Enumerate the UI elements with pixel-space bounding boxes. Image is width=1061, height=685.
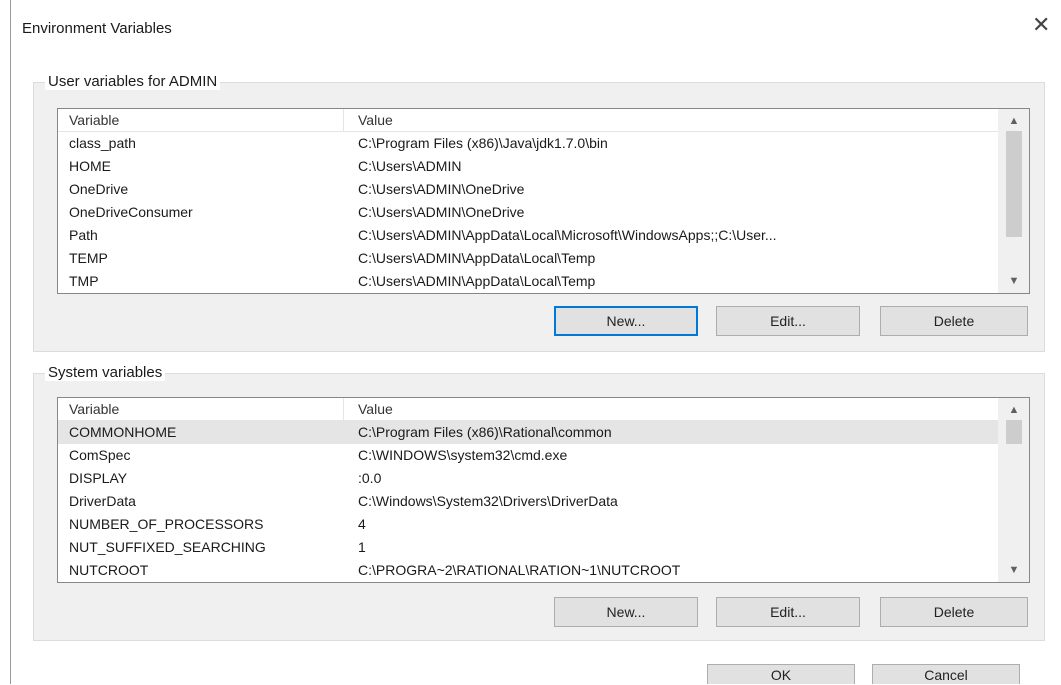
variable-cell: TEMP <box>69 250 108 266</box>
ok-button[interactable]: OK <box>707 664 855 684</box>
table-row[interactable]: COMMONHOME C:\Program Files (x86)\Rationa… <box>58 421 998 444</box>
variable-cell: class_path <box>69 135 136 151</box>
column-header-value[interactable]: Value <box>358 401 393 417</box>
window-left-border <box>10 0 11 684</box>
value-cell: C:\WINDOWS\system32\cmd.exe <box>358 447 568 463</box>
scroll-up-icon[interactable]: ▲ <box>999 400 1029 420</box>
value-cell: C:\Users\ADMIN\AppData\Local\Temp <box>358 273 596 289</box>
value-cell: C:\Users\ADMIN <box>358 158 462 174</box>
value-cell: 1 <box>358 539 366 555</box>
system-variables-label: System variables <box>45 364 166 381</box>
scroll-down-icon[interactable]: ▼ <box>999 271 1029 291</box>
system-variables-list[interactable]: Variable Value COMMONHOME C:\Program File… <box>57 397 1030 583</box>
system-variables-rows: COMMONHOME C:\Program Files (x86)\Rationa… <box>58 421 998 582</box>
variable-cell: NUMBER_OF_PROCESSORS <box>69 516 264 532</box>
column-divider[interactable] <box>343 398 344 420</box>
variable-cell: OneDriveConsumer <box>69 204 193 220</box>
table-row[interactable]: NUTCROOT C:\PROGRA~2\RATIONAL\RATION~1\NU… <box>58 559 998 582</box>
variable-cell: OneDrive <box>69 181 129 197</box>
table-row[interactable]: TMP C:\Users\ADMIN\AppData\Local\Temp <box>58 270 998 293</box>
table-row[interactable]: OneDrive C:\Users\ADMIN\OneDrive <box>58 178 998 201</box>
user-new-button[interactable]: New... <box>554 306 698 336</box>
variable-cell: ComSpec <box>69 447 131 463</box>
value-cell: C:\Program Files (x86)\Java\jdk1.7.0\bin <box>358 135 608 151</box>
cancel-button[interactable]: Cancel <box>872 664 1020 684</box>
user-edit-button[interactable]: Edit... <box>716 306 860 336</box>
scroll-thumb[interactable] <box>1006 420 1022 444</box>
table-row[interactable]: NUMBER_OF_PROCESSORS 4 <box>58 513 998 536</box>
user-variables-rows: class_path C:\Program Files (x86)\Java\jd… <box>58 132 998 293</box>
table-row[interactable]: DISPLAY :0.0 <box>58 467 998 490</box>
value-cell: C:\Users\ADMIN\AppData\Local\Temp <box>358 250 596 266</box>
table-row[interactable]: class_path C:\Program Files (x86)\Java\jd… <box>58 132 998 155</box>
user-variables-label: User variables for ADMIN <box>45 73 221 90</box>
value-cell: C:\Users\ADMIN\OneDrive <box>358 181 525 197</box>
value-cell: C:\Program Files (x86)\Rational\common <box>358 424 612 440</box>
table-row[interactable]: ComSpec C:\WINDOWS\system32\cmd.exe <box>58 444 998 467</box>
table-row[interactable]: DriverData C:\Windows\System32\Drivers\Dr… <box>58 490 998 513</box>
variable-cell: HOME <box>69 158 111 174</box>
list-header: Variable Value <box>58 398 998 421</box>
list-header: Variable Value <box>58 109 998 132</box>
user-delete-button[interactable]: Delete <box>880 306 1028 336</box>
variable-cell: NUT_SUFFIXED_SEARCHING <box>69 539 266 555</box>
value-cell: C:\Windows\System32\Drivers\DriverData <box>358 493 618 509</box>
column-header-variable[interactable]: Variable <box>69 112 119 128</box>
value-cell: C:\PROGRA~2\RATIONAL\RATION~1\NUTCROOT <box>358 562 681 578</box>
column-divider[interactable] <box>343 109 344 131</box>
variable-cell: Path <box>69 227 98 243</box>
scroll-up-icon[interactable]: ▲ <box>999 111 1029 131</box>
close-icon[interactable]: ✕ <box>1032 14 1050 36</box>
user-variables-list[interactable]: Variable Value class_path C:\Program File… <box>57 108 1030 294</box>
variable-cell: DriverData <box>69 493 136 509</box>
vertical-scrollbar[interactable]: ▲ ▼ <box>998 109 1029 293</box>
system-delete-button[interactable]: Delete <box>880 597 1028 627</box>
scroll-thumb[interactable] <box>1006 131 1022 237</box>
variable-cell: TMP <box>69 273 99 289</box>
variable-cell: DISPLAY <box>69 470 128 486</box>
table-row[interactable]: HOME C:\Users\ADMIN <box>58 155 998 178</box>
variable-cell: COMMONHOME <box>69 424 177 440</box>
value-cell: C:\Users\ADMIN\OneDrive <box>358 204 525 220</box>
system-edit-button[interactable]: Edit... <box>716 597 860 627</box>
vertical-scrollbar[interactable]: ▲ ▼ <box>998 398 1029 582</box>
column-header-value[interactable]: Value <box>358 112 393 128</box>
value-cell: 4 <box>358 516 366 532</box>
table-row[interactable]: TEMP C:\Users\ADMIN\AppData\Local\Temp <box>58 247 998 270</box>
table-row[interactable]: Path C:\Users\ADMIN\AppData\Local\Microso… <box>58 224 998 247</box>
table-row[interactable]: OneDriveConsumer C:\Users\ADMIN\OneDrive <box>58 201 998 224</box>
column-header-variable[interactable]: Variable <box>69 401 119 417</box>
table-row[interactable]: NUT_SUFFIXED_SEARCHING 1 <box>58 536 998 559</box>
system-new-button[interactable]: New... <box>554 597 698 627</box>
scroll-down-icon[interactable]: ▼ <box>999 560 1029 580</box>
value-cell: :0.0 <box>358 470 382 486</box>
value-cell: C:\Users\ADMIN\AppData\Local\Microsoft\W… <box>358 227 777 243</box>
variable-cell: NUTCROOT <box>69 562 149 578</box>
dialog-title: Environment Variables <box>22 20 172 37</box>
